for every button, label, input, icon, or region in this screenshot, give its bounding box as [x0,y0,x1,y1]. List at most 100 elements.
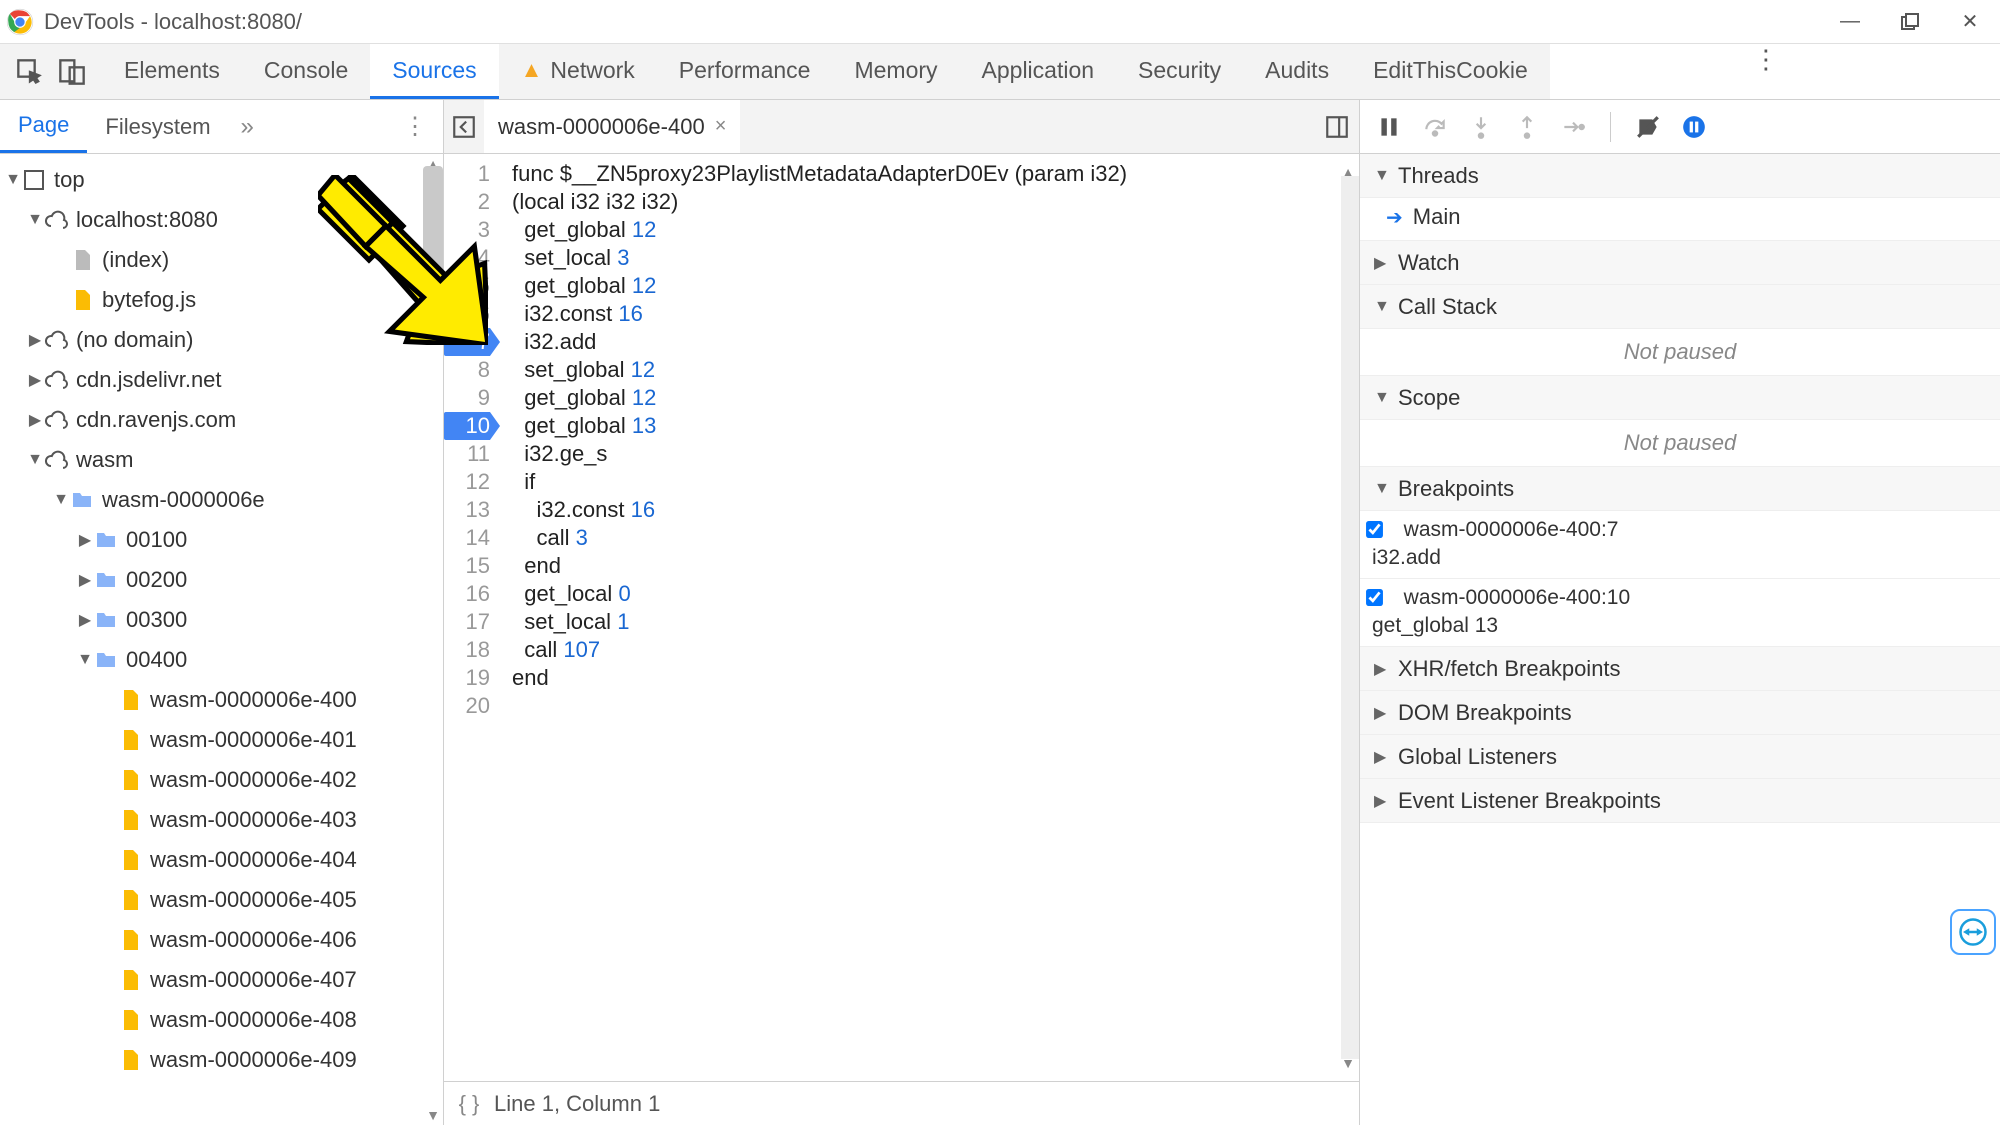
section-breakpoints[interactable]: ▼Breakpoints [1360,467,2000,511]
line-number[interactable]: 2 [444,188,490,216]
tree-folder-00300[interactable]: ▶00300 [0,600,443,640]
section-watch[interactable]: ▶Watch [1360,241,2000,285]
code-scroll-down-icon[interactable]: ▼ [1341,1049,1355,1077]
tab-application[interactable]: Application [960,44,1117,99]
section-event-listener-breakpoints[interactable]: ▶Event Listener Breakpoints [1360,779,2000,823]
tree-file-wasm[interactable]: wasm-0000006e-409 [0,1040,443,1080]
code-line[interactable]: i32.const 16 [512,496,1359,524]
tree-file-wasm[interactable]: wasm-0000006e-408 [0,1000,443,1040]
section-xhr-breakpoints[interactable]: ▶XHR/fetch Breakpoints [1360,647,2000,691]
device-toggle-icon[interactable] [58,58,86,86]
breakpoint-item[interactable]: wasm-0000006e-400:10get_global 13 [1360,579,2000,647]
line-gutter[interactable]: 1234567891011121314151617181920 [444,154,498,1081]
line-number[interactable]: 20 [444,692,490,720]
scroll-down-icon[interactable]: ▼ [425,1107,441,1123]
code-line[interactable]: get_global 12 [512,216,1359,244]
code-line[interactable]: i32.const 16 [512,300,1359,328]
code-scrollbar[interactable] [1341,176,1359,1059]
code-line[interactable]: func $__ZN5proxy23PlaylistMetadataAdapte… [512,160,1359,188]
line-number[interactable]: 5 [444,272,490,300]
step-icon[interactable] [1560,114,1586,140]
code-content[interactable]: func $__ZN5proxy23PlaylistMetadataAdapte… [498,154,1359,1081]
code-line[interactable]: if [512,468,1359,496]
line-number[interactable]: 10 [444,412,490,440]
line-number[interactable]: 18 [444,636,490,664]
section-global-listeners[interactable]: ▶Global Listeners [1360,735,2000,779]
tree-origin-localhost[interactable]: ▼localhost:8080 [0,200,443,240]
navigator-menu-icon[interactable]: ⋮ [387,112,443,141]
line-number[interactable]: 12 [444,468,490,496]
tab-elements[interactable]: Elements [102,44,242,99]
tree-file-wasm[interactable]: wasm-0000006e-405 [0,880,443,920]
tree-origin-nodomain[interactable]: ▶(no domain) [0,320,443,360]
section-callstack[interactable]: ▼Call Stack [1360,285,2000,329]
breakpoint-item[interactable]: wasm-0000006e-400:7i32.add [1360,511,2000,579]
line-number[interactable]: 15 [444,552,490,580]
tree-top[interactable]: ▼top [0,160,443,200]
thread-main[interactable]: ➔Main [1360,198,2000,241]
code-line[interactable]: set_local 3 [512,244,1359,272]
code-line[interactable]: call 3 [512,524,1359,552]
tab-performance[interactable]: Performance [657,44,833,99]
code-line[interactable]: end [512,664,1359,692]
tab-memory[interactable]: Memory [832,44,959,99]
window-minimize-button[interactable]: — [1820,0,1880,44]
step-over-icon[interactable] [1422,114,1448,140]
tree-file-wasm[interactable]: wasm-0000006e-404 [0,840,443,880]
breakpoint-checkbox[interactable] [1366,589,1383,606]
tree-file-wasm[interactable]: wasm-0000006e-400 [0,680,443,720]
breakpoint-checkbox[interactable] [1366,521,1383,538]
code-line[interactable]: get_global 12 [512,384,1359,412]
code-line[interactable]: set_global 12 [512,356,1359,384]
section-scope[interactable]: ▼Scope [1360,376,2000,420]
line-number[interactable]: 7 [444,328,490,356]
tab-network[interactable]: ▲Network [499,44,657,99]
line-number[interactable]: 14 [444,524,490,552]
pause-on-exceptions-icon[interactable] [1681,114,1707,140]
section-dom-breakpoints[interactable]: ▶DOM Breakpoints [1360,691,2000,735]
tree-file-index[interactable]: (index) [0,240,443,280]
editor-tab-open-file[interactable]: wasm-0000006e-400× [484,100,740,153]
pretty-print-icon[interactable]: { } [444,1091,494,1117]
line-number[interactable]: 17 [444,608,490,636]
file-tree[interactable]: ▼top ▼localhost:8080 (index) bytefog.js … [0,154,443,1125]
navigator-tab-filesystem[interactable]: Filesystem [87,100,228,153]
window-maximize-button[interactable] [1880,0,1940,44]
tab-sources[interactable]: Sources [370,44,498,99]
line-number[interactable]: 13 [444,496,490,524]
tree-file-wasm[interactable]: wasm-0000006e-403 [0,800,443,840]
tree-folder-00200[interactable]: ▶00200 [0,560,443,600]
navigator-tabs-overflow-icon[interactable]: » [229,113,266,141]
tree-folder-wasm-module[interactable]: ▼wasm-0000006e [0,480,443,520]
tab-console[interactable]: Console [242,44,370,99]
line-number[interactable]: 1 [444,160,490,188]
line-number[interactable]: 11 [444,440,490,468]
teamviewer-badge-icon[interactable] [1950,909,1996,955]
section-threads[interactable]: ▼Threads [1360,154,2000,198]
step-out-icon[interactable] [1514,114,1540,140]
code-line[interactable]: i32.add [512,328,1359,356]
tree-file-bytefog[interactable]: bytefog.js [0,280,443,320]
toggle-sidebar-icon[interactable] [1315,114,1359,140]
code-line[interactable]: call 107 [512,636,1359,664]
code-line[interactable]: get_global 13 [512,412,1359,440]
code-editor[interactable]: 1234567891011121314151617181920 func $__… [444,154,1359,1081]
tab-security[interactable]: Security [1116,44,1243,99]
tree-origin-wasm[interactable]: ▼wasm [0,440,443,480]
step-into-icon[interactable] [1468,114,1494,140]
tree-file-wasm[interactable]: wasm-0000006e-406 [0,920,443,960]
line-number[interactable]: 9 [444,384,490,412]
code-line[interactable]: i32.ge_s [512,440,1359,468]
line-number[interactable]: 16 [444,580,490,608]
code-line[interactable] [512,692,1359,720]
navigator-tab-page[interactable]: Page [0,100,87,153]
code-line[interactable]: get_local 0 [512,580,1359,608]
tree-file-wasm[interactable]: wasm-0000006e-402 [0,760,443,800]
line-number[interactable]: 8 [444,356,490,384]
tree-origin-jsdelivr[interactable]: ▶cdn.jsdelivr.net [0,360,443,400]
tree-folder-00100[interactable]: ▶00100 [0,520,443,560]
line-number[interactable]: 4 [444,244,490,272]
window-close-button[interactable]: ✕ [1940,0,2000,44]
line-number[interactable]: 19 [444,664,490,692]
history-back-icon[interactable] [444,114,484,140]
